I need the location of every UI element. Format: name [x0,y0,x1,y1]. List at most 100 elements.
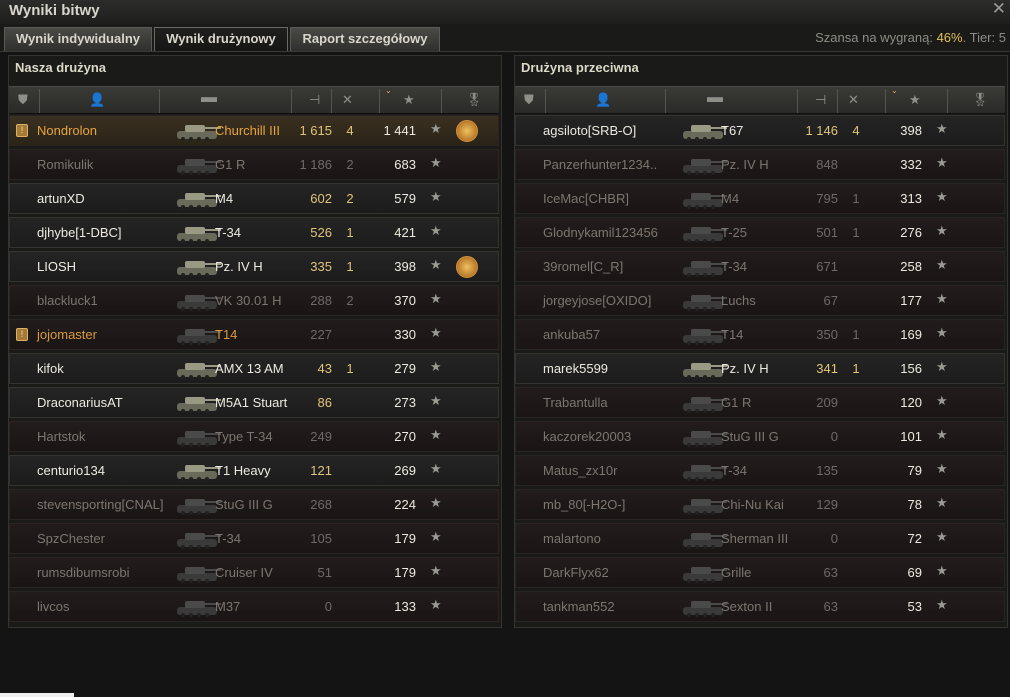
player-name[interactable]: jorgeyjose[OXIDO] [543,293,651,308]
player-name[interactable]: djhybe[1-DBC] [37,225,122,240]
tank-name: T-34 [721,463,748,478]
player-name[interactable]: IceMac[CHBR] [543,191,629,206]
platoon-column-icon[interactable]: ⛊ [18,93,28,107]
table-row[interactable]: Trabantulla G1 R 209 120 ★ [515,387,1005,418]
kills-column-icon[interactable]: ✕ [342,93,353,107]
player-name[interactable]: tankman552 [543,599,615,614]
tank-column-icon[interactable]: ▬ [707,90,723,106]
table-row[interactable]: LIOSH Pz. IV H 335 1 398 ★ [9,251,499,282]
player-name[interactable]: marek5599 [543,361,608,376]
player-name[interactable]: rumsdibumsrobi [37,565,129,580]
table-row[interactable]: ankuba57 T14 350 1 169 ★ [515,319,1005,350]
table-row[interactable]: rumsdibumsrobi Cruiser IV 51 179 ★ [9,557,499,588]
xp-value: 398 [394,259,416,274]
player-name[interactable]: malartono [543,531,601,546]
player-name[interactable]: mb_80[-H2O-] [543,497,625,512]
close-icon[interactable]: ✕ [992,0,1006,18]
win-chance-value: 46% [936,30,963,45]
tank-name: M37 [215,599,241,614]
player-name[interactable]: Panzerhunter1234.. [543,157,657,172]
window-title: Wyniki bitwy [9,2,100,19]
xp-value: 69 [907,565,922,580]
table-row[interactable]: marek5599 Pz. IV H 341 1 156 ★ [515,353,1005,384]
table-row[interactable]: Matus_zx10r T-34 135 79 ★ [515,455,1005,486]
player-name[interactable]: Glodnykamil123456 [543,225,658,240]
table-row[interactable]: kaczorek20003 StuG III G 0 101 ★ [515,421,1005,452]
table-row[interactable]: stevensporting[CNAL] StuG III G 268 224 ★ [9,489,499,520]
table-row[interactable]: kifok AMX 13 AM 43 1 279 ★ [9,353,499,384]
kills-column-icon[interactable]: ✕ [848,93,859,107]
tab-team[interactable]: Wynik drużynowy [154,27,288,51]
table-row[interactable]: ! Nondrolon Churchill III 1 615 4 1 441 ★ [9,115,499,146]
table-row[interactable]: mb_80[-H2O-] Chi-Nu Kai 129 78 ★ [515,489,1005,520]
xp-value: 269 [394,463,416,478]
damage-column-icon[interactable]: ⊣ [815,93,826,107]
star-icon: ★ [430,325,442,340]
tank-name: Cruiser IV [215,565,273,580]
tab-detailed[interactable]: Raport szczegółowy [290,27,440,51]
xp-value: 224 [394,497,416,512]
player-column-icon[interactable]: 👤 [595,93,611,107]
table-row[interactable]: Romikulik G1 R1 186 2 683 ★ [9,149,499,180]
table-row[interactable]: tankman552 Sexton II 63 53 ★ [515,591,1005,622]
player-name[interactable]: ankuba57 [543,327,600,342]
tank-column-icon[interactable]: ▬ [201,90,217,106]
sort-arrow-icon: ⌄ [385,86,392,95]
player-name[interactable]: Hartstok [37,429,85,444]
table-row[interactable]: SpzChester T-34 105 179 ★ [9,523,499,554]
medal-column-icon[interactable]: 🎖 [972,93,989,107]
player-name[interactable]: LIOSH [37,259,76,274]
tank-name: Pz. IV H [215,259,263,274]
table-row[interactable]: blackluck1 VK 30.01 H 288 2 370 ★ [9,285,499,316]
player-name[interactable]: blackluck1 [37,293,98,308]
medal-icon[interactable] [456,120,478,142]
player-name[interactable]: agsiloto[SRB-O] [543,123,636,138]
damage-column-icon[interactable]: ⊣ [309,93,320,107]
xp-column-icon[interactable]: ★ [403,93,415,107]
player-name[interactable]: Romikulik [37,157,93,172]
player-name[interactable]: SpzChester [37,531,105,546]
table-row[interactable]: djhybe[1-DBC] T-34 526 1 421 ★ [9,217,499,248]
platoon-column-icon[interactable]: ⛊ [524,93,534,107]
table-row[interactable]: centurio134 T1 Heavy 121 269 ★ [9,455,499,486]
table-row[interactable]: malartono Sherman III 0 72 ★ [515,523,1005,554]
player-name[interactable]: livcos [37,599,70,614]
player-name[interactable]: artunXD [37,191,85,206]
win-chance: Szansa na wygraną: 46%. Tier: 5 [815,30,1006,45]
table-row[interactable]: livcos M37 0 133 ★ [9,591,499,622]
table-row[interactable]: DraconariusAT M5A1 Stuart 86 273 ★ [9,387,499,418]
table-row[interactable]: ! jojomaster T14 227 330 ★ [9,319,499,350]
medal-icon[interactable] [456,256,478,278]
player-name[interactable]: 39romel[C_R] [543,259,623,274]
table-row[interactable]: jorgeyjose[OXIDO] Luchs 67 177 ★ [515,285,1005,316]
table-row[interactable]: agsiloto[SRB-O] T67 1 146 4 398 ★ [515,115,1005,146]
table-row[interactable]: artunXD M4 602 2 579 ★ [9,183,499,214]
medal-column-icon[interactable]: 🎖 [466,93,483,107]
player-name[interactable]: jojomaster [37,327,97,342]
xp-value: 101 [900,429,922,444]
title-bar: Wyniki bitwy ✕ [0,0,1010,24]
player-name[interactable]: DarkFlyx62 [543,565,609,580]
tank-name: T-25 [721,225,748,240]
xp-column-icon[interactable]: ★ [909,93,921,107]
damage-value: 43 [317,361,332,376]
xp-value: 133 [394,599,416,614]
player-name[interactable]: stevensporting[CNAL] [37,497,163,512]
player-name[interactable]: Matus_zx10r [543,463,617,478]
table-row[interactable]: Glodnykamil123456 T-25 501 1 276 ★ [515,217,1005,248]
table-row[interactable]: IceMac[CHBR] M4 795 1 313 ★ [515,183,1005,214]
player-name[interactable]: kaczorek20003 [543,429,631,444]
table-row[interactable]: Hartstok Type T-34 249 270 ★ [9,421,499,452]
table-row[interactable]: DarkFlyx62 Grille 63 69 ★ [515,557,1005,588]
damage-value: 135 [816,463,838,478]
player-name[interactable]: DraconariusAT [37,395,123,410]
tab-individual[interactable]: Wynik indywidualny [4,27,152,51]
table-row[interactable]: 39romel[C_R] T-34 671 258 ★ [515,251,1005,282]
xp-value: 1 441 [383,123,416,138]
player-name[interactable]: kifok [37,361,64,376]
table-row[interactable]: Panzerhunter1234.. Pz. IV H 848 332 ★ [515,149,1005,180]
player-name[interactable]: Trabantulla [543,395,608,410]
player-name[interactable]: centurio134 [37,463,105,478]
player-name[interactable]: Nondrolon [37,123,97,138]
player-column-icon[interactable]: 👤 [89,93,105,107]
